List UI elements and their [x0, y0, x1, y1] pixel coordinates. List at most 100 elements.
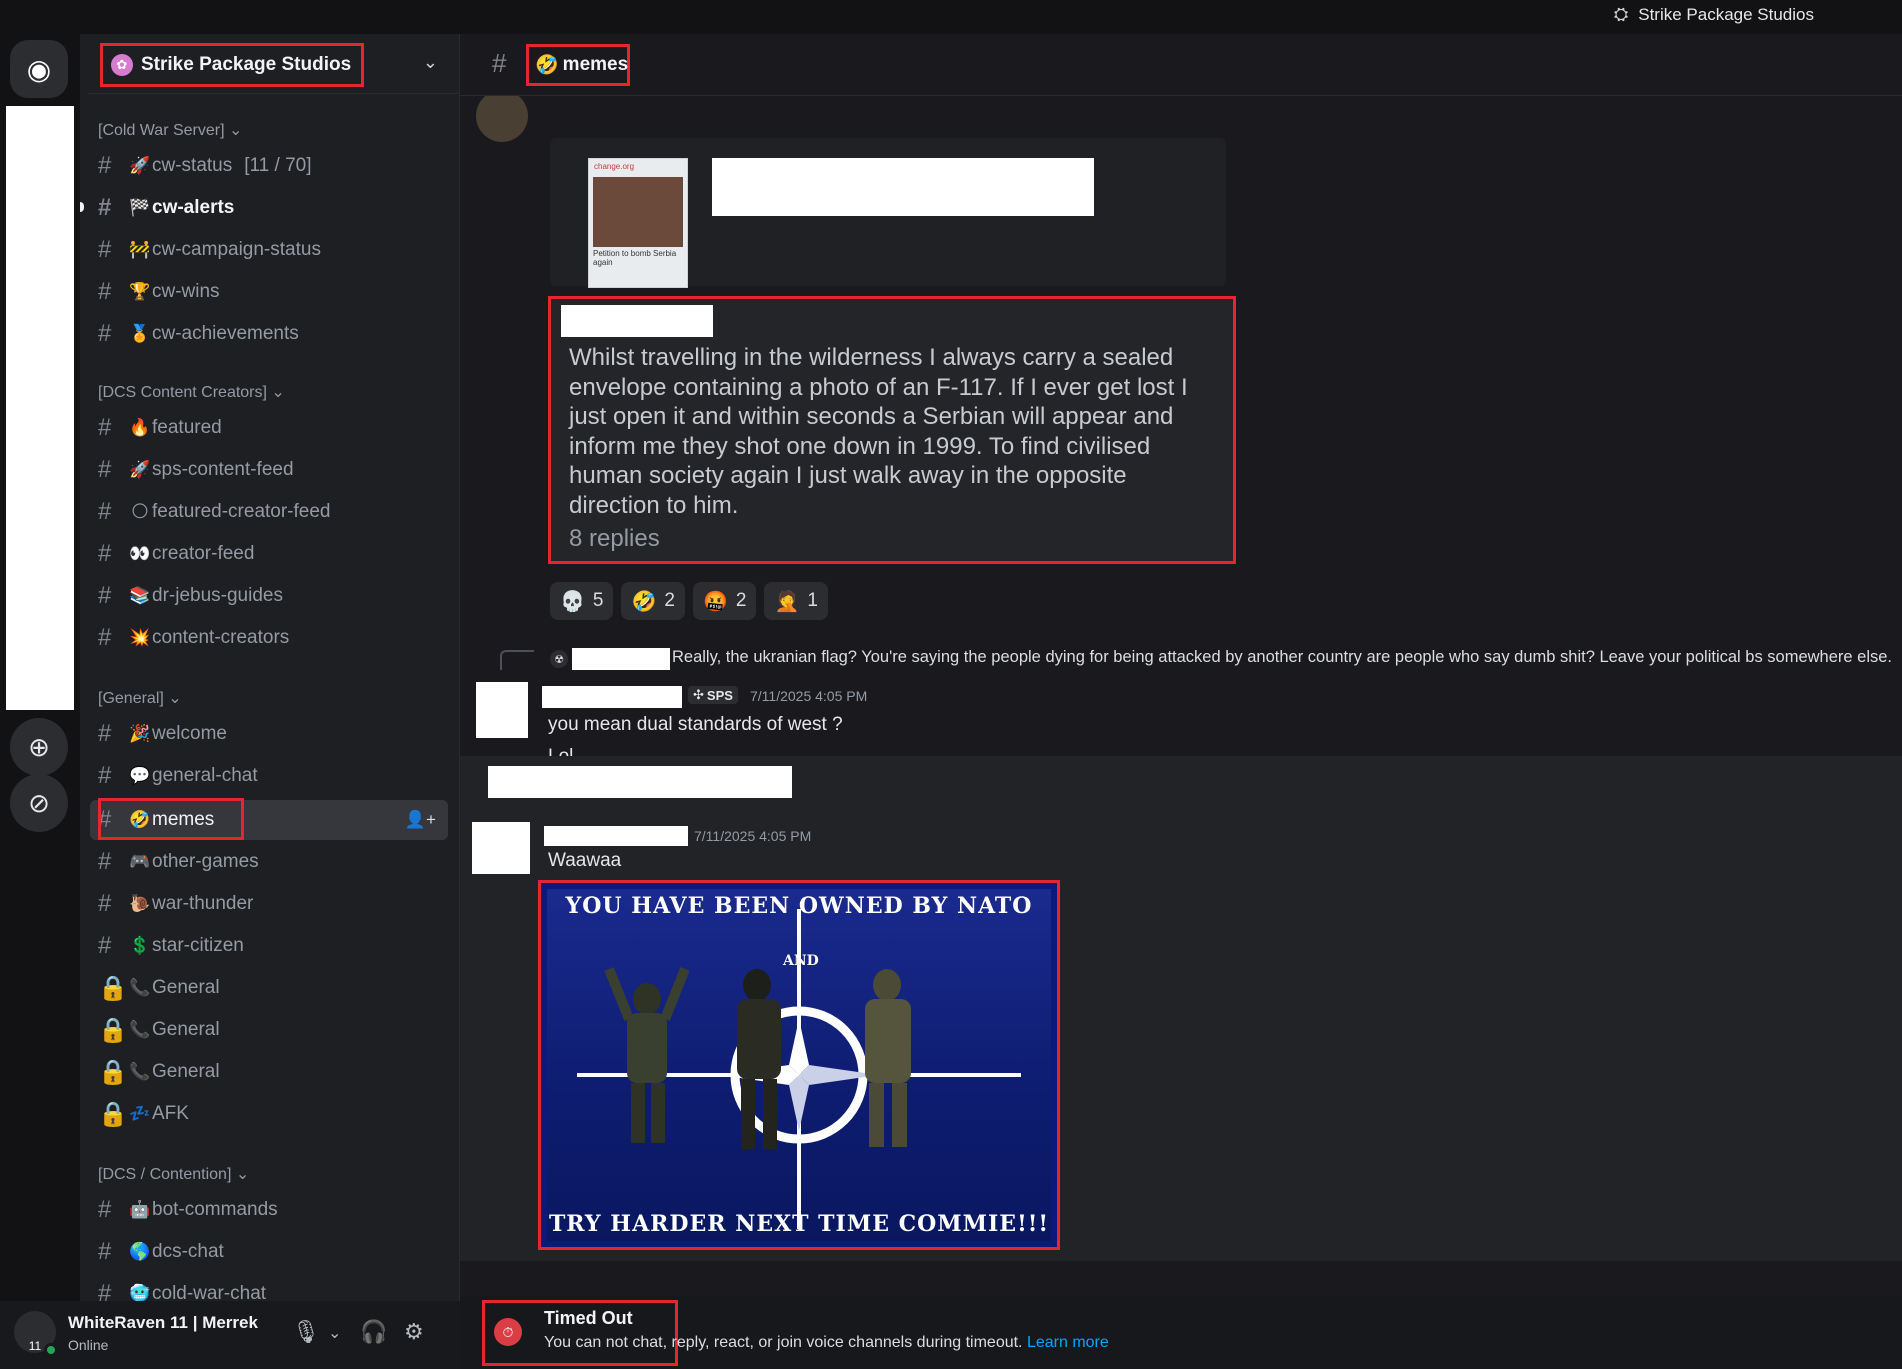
chevron-down-icon[interactable]: ⌄ — [328, 1323, 341, 1343]
message-list[interactable]: change.org Petition to bomb Serbia again… — [460, 96, 1902, 1296]
voice-channel-general[interactable]: 🔒 📞 General — [90, 1052, 448, 1092]
server-rail: ◉ ⊕ ⊘ — [0, 34, 80, 1369]
server-header[interactable]: ✿ Strike Package Studios ⌄ — [88, 34, 460, 94]
learn-more-link[interactable]: Learn more — [1027, 1334, 1109, 1351]
reply-connector — [500, 650, 534, 670]
channel-title-highlight: 🤣 memes — [526, 44, 630, 86]
headphones-icon[interactable]: 🎧 — [360, 1319, 387, 1345]
hash-icon: # — [98, 1238, 112, 1265]
server-avatar-icon: ✿ — [111, 54, 133, 76]
channel-header: # 🤣 memes — [460, 34, 1902, 96]
message-text: Waawaa — [548, 850, 622, 871]
forwarded-post-highlight[interactable]: Whilst travelling in the wilderness I al… — [548, 296, 1236, 564]
channel-content-creators[interactable]: # 💥 content-creators — [90, 618, 448, 658]
user-panel: 11 WhiteRaven 11 | Merrek Online 🎙 ⌄ 🎧 ⚙ — [0, 1301, 460, 1369]
category-dcs-contention[interactable]: [DCS / Contention] ⌄ — [98, 1164, 249, 1184]
nato-compass-graphic — [577, 909, 1021, 1229]
hash-icon: # — [98, 762, 112, 789]
reaction-laugh[interactable]: 🤣 2 — [621, 582, 685, 620]
category-dcs-content-creators[interactable]: [DCS Content Creators] ⌄ — [98, 382, 285, 402]
window-title: ⛭ Strike Package Studios — [1613, 4, 1814, 24]
redacted-username — [542, 686, 682, 708]
avatar[interactable] — [476, 96, 528, 142]
reply-avatar: ☢ — [550, 650, 568, 668]
reaction-facepalm[interactable]: 🤦 1 — [764, 582, 828, 620]
channel-featured[interactable]: # 🔥 featured — [90, 408, 448, 448]
channel-star-citizen[interactable]: # 💲 star-citizen — [90, 926, 448, 966]
timeout-banner: ⏱ Timed Out You can not chat, reply, rea… — [460, 1296, 1902, 1369]
channel-creator-feed[interactable]: # 👀 creator-feed — [90, 534, 448, 574]
hash-icon: # — [98, 152, 112, 179]
reply-preview[interactable]: Really, the ukranian flag? You're saying… — [672, 648, 1892, 667]
embed-thumbnail[interactable]: change.org Petition to bomb Serbia again — [588, 158, 688, 288]
channel-other-games[interactable]: # 🎮 other-games — [90, 842, 448, 882]
voice-channel-afk[interactable]: 🔒 💤 AFK — [90, 1094, 448, 1134]
lock-icon: 🔒 — [98, 1016, 128, 1044]
hash-icon: # — [98, 320, 112, 347]
channel-cw-wins[interactable]: # 🏆 cw-wins — [90, 272, 448, 312]
channel-bot-commands[interactable]: # 🤖 bot-commands — [90, 1190, 448, 1230]
hash-icon: # — [98, 624, 112, 651]
timeout-message: You can not chat, reply, react, or join … — [544, 1334, 1109, 1351]
channel-cw-campaign-status[interactable]: # 🚧 cw-campaign-status — [90, 230, 448, 270]
hash-icon: # — [98, 540, 112, 567]
memes-highlight — [98, 798, 244, 840]
message-line: you mean dual standards of west ? — [548, 714, 843, 735]
channel-general-chat[interactable]: # 💬 general-chat — [90, 756, 448, 796]
hash-icon: # — [98, 932, 112, 959]
sps-tag-icon: ✣ — [693, 687, 704, 702]
hash-icon: # — [492, 48, 507, 78]
timeout-clock-icon: ⏱ — [494, 1318, 522, 1346]
meme-image[interactable]: YOU HAVE BEEN OWNED BY NATO AND TRY HARD… — [538, 880, 1060, 1250]
voice-channel-general[interactable]: 🔒 📞 General — [90, 1010, 448, 1050]
add-server-icon[interactable]: ⊕ — [10, 718, 68, 776]
channel-cw-achievements[interactable]: # 🏅 cw-achievements — [90, 314, 448, 354]
username[interactable]: WhiteRaven 11 | Merrek — [68, 1313, 258, 1333]
redacted-username — [544, 826, 688, 846]
settings-gear-icon[interactable]: ⚙ — [404, 1319, 424, 1345]
redacted-system-notice — [488, 766, 792, 798]
redacted-author — [561, 305, 713, 337]
channel-cw-status[interactable]: # 🚀 cw-status [11 / 70] — [90, 146, 448, 186]
soldier-figure-right — [865, 969, 911, 1147]
discover-icon[interactable]: ⊘ — [10, 774, 68, 832]
hash-icon: # — [98, 414, 112, 441]
reaction-angry[interactable]: 🤬 2 — [692, 582, 757, 620]
hash-icon: # — [98, 498, 112, 525]
title-bar: ⛭ Strike Package Studios — [0, 0, 1902, 34]
channel-war-thunder[interactable]: # 🐌 war-thunder — [90, 884, 448, 924]
link-embed[interactable]: change.org Petition to bomb Serbia again — [550, 138, 1226, 288]
hash-icon: # — [98, 456, 112, 483]
reaction-skull[interactable]: 💀 5 — [550, 582, 614, 620]
add-member-icon[interactable]: 👤+ — [405, 810, 436, 830]
channel-cw-alerts[interactable]: # 🏁 cw-alerts — [90, 188, 448, 228]
category-general[interactable]: [General] ⌄ — [98, 688, 182, 708]
server-tag: ✣ SPS — [688, 686, 738, 704]
category-cold-war[interactable]: [Cold War Server] ⌄ — [98, 120, 242, 140]
unread-indicator — [80, 202, 84, 212]
replies-link[interactable]: 8 replies — [569, 525, 660, 553]
voice-channel-general[interactable]: 🔒 📞 General — [90, 968, 448, 1008]
chevron-down-icon[interactable]: ⌄ — [423, 52, 438, 73]
meme-image-content: YOU HAVE BEEN OWNED BY NATO AND TRY HARD… — [547, 889, 1051, 1241]
soldier-figure-left — [604, 967, 690, 1143]
channel-welcome[interactable]: # 🎉 welcome — [90, 714, 448, 754]
hash-icon: # — [98, 720, 112, 747]
redacted-avatar — [472, 822, 530, 874]
channel-dr-jebus-guides[interactable]: # 📚 dr-jebus-guides — [90, 576, 448, 616]
hash-icon: # — [98, 890, 112, 917]
channel-featured-creator-feed[interactable]: # 🌕 featured-creator-feed — [90, 492, 448, 532]
redacted-avatar — [476, 682, 528, 738]
server-name-highlight[interactable]: ✿ Strike Package Studios — [100, 43, 364, 87]
channel-dcs-chat[interactable]: # 🌎 dcs-chat — [90, 1232, 448, 1272]
reactions-bar: 💀 5 🤣 2 🤬 2 🤦 1 — [550, 582, 828, 620]
channel-memes[interactable]: # 🤣 memes 👤+ — [90, 798, 448, 840]
user-status: Online — [68, 1337, 109, 1353]
discord-home-icon[interactable]: ◉ — [10, 40, 68, 98]
hash-icon: # — [98, 848, 112, 875]
hash-icon: # — [98, 236, 112, 263]
microphone-icon[interactable]: 🎙 — [292, 1319, 320, 1345]
channel-sps-content-feed[interactable]: # 🚀 sps-content-feed — [90, 450, 448, 490]
server-icon: ⛭ — [1613, 4, 1629, 24]
chat-area: # 🤣 memes change.org Petition to bomb Se… — [460, 34, 1902, 1369]
